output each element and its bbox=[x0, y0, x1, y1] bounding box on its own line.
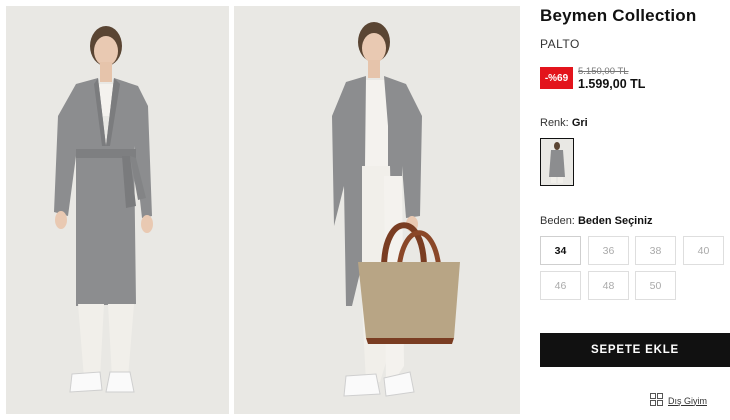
add-to-cart-button[interactable]: SEPETE EKLE bbox=[540, 333, 730, 367]
old-price: 5.150,00 TL bbox=[578, 66, 629, 77]
color-value: Gri bbox=[571, 117, 588, 129]
color-label: Renk: Gri bbox=[540, 117, 588, 129]
category-link-text[interactable]: Dış Giyim bbox=[668, 396, 707, 406]
category-link[interactable]: Dış Giyim bbox=[650, 393, 707, 408]
color-label-text: Renk: bbox=[540, 117, 569, 129]
size-value: Beden Seçiniz bbox=[577, 215, 653, 227]
size-label-text: Beden: bbox=[540, 215, 575, 227]
size-label: Beden: Beden Seçiniz bbox=[540, 215, 653, 227]
size-option-46[interactable]: 46 bbox=[540, 271, 581, 300]
product-image-2[interactable] bbox=[234, 6, 520, 414]
size-option-38[interactable]: 38 bbox=[635, 236, 676, 265]
size-option-50[interactable]: 50 bbox=[635, 271, 676, 300]
product-image-1[interactable] bbox=[6, 6, 229, 414]
discount-badge: -%69 bbox=[540, 67, 573, 89]
size-option-34[interactable]: 34 bbox=[540, 236, 581, 265]
product-info-panel: Beymen Collection PALTO -%69 5.150,00 TL… bbox=[540, 0, 730, 420]
current-price: 1.599,00 TL bbox=[578, 77, 646, 91]
color-swatch-gri[interactable] bbox=[540, 138, 574, 186]
size-option-48[interactable]: 48 bbox=[588, 271, 629, 300]
category-grid-icon bbox=[650, 393, 663, 408]
size-option-36[interactable]: 36 bbox=[588, 236, 629, 265]
brand-name[interactable]: Beymen Collection bbox=[540, 6, 696, 26]
size-option-40[interactable]: 40 bbox=[683, 236, 724, 265]
product-type: PALTO bbox=[540, 37, 580, 51]
